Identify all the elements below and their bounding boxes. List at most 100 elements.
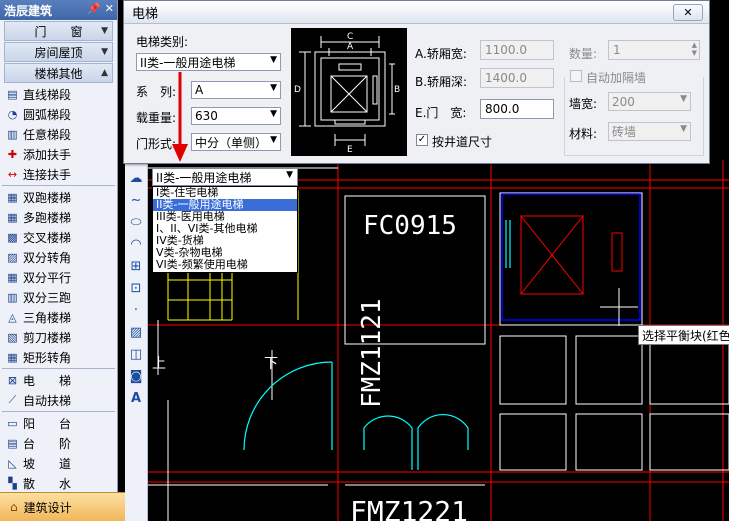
pin-icon[interactable]: 📌 bbox=[87, 2, 101, 15]
palette-item-double-split-parallel[interactable]: ▦ 双分平行 bbox=[0, 267, 117, 287]
indicator-arrow bbox=[172, 72, 188, 162]
material-label: 材料: bbox=[569, 127, 598, 141]
window-tag-fc0915: FC0915 bbox=[363, 211, 457, 241]
category-rooms-roofs[interactable]: 房间屋顶 ▼ bbox=[4, 42, 113, 62]
count-spinner[interactable]: 1 ▲ ▼ bbox=[608, 40, 700, 60]
load-capacity-select[interactable]: 630 ▼ bbox=[191, 107, 281, 125]
palette-item-free-stair[interactable]: ▥ 任意梯段 bbox=[0, 124, 117, 144]
free-stair-icon: ▥ bbox=[7, 127, 18, 141]
dropdown-arrow-icon: ▼ bbox=[680, 124, 687, 134]
close-icon[interactable]: ✕ bbox=[105, 2, 114, 15]
point-icon[interactable]: · bbox=[125, 299, 147, 321]
palette-title-bar: 浩辰建筑 📌 ✕ bbox=[0, 0, 117, 20]
palette-item-connect-handrail[interactable]: ↔ 连接扶手 bbox=[0, 164, 117, 184]
close-icon: ✕ bbox=[683, 6, 693, 19]
elevator-type-select[interactable]: II类-一般用途电梯 ▼ bbox=[136, 53, 281, 71]
double-split-three-run-icon: ▥ bbox=[7, 290, 18, 304]
insert-block-icon[interactable]: ⊞ bbox=[125, 255, 147, 277]
tool-palette: 浩辰建筑 📌 ✕ 门 窗 ▼ 房间屋顶 ▼ 楼梯其他 ▲ ▤ 直线梯段 ◔ 圆弧梯段 ▥ 任… bbox=[0, 0, 127, 521]
arc-stair-icon: ◔ bbox=[7, 107, 18, 121]
palette-item-elevator[interactable]: ⊠ 电 梯 bbox=[0, 370, 117, 390]
palette-item-escalator[interactable]: ⟋ 自动扶梯 bbox=[0, 390, 117, 410]
wall-width-select[interactable]: 200 ▼ bbox=[608, 92, 691, 111]
shaft-size-checkbox[interactable]: ✓ bbox=[416, 134, 428, 146]
dialog-title: 电梯 bbox=[132, 6, 159, 22]
balcony-icon: ▭ bbox=[7, 416, 18, 430]
dropdown-option[interactable]: VI类-频繁使用电梯 bbox=[153, 259, 297, 271]
elevator-type-dropdown-field[interactable]: II类-一般用途电梯 ▼ bbox=[152, 168, 298, 186]
make-block-icon[interactable]: ⊡ bbox=[125, 277, 147, 299]
stair-down-label: 下 bbox=[264, 356, 278, 372]
palette-item-apron[interactable]: ▚ 散 水 bbox=[0, 473, 117, 493]
wall-width-label: 墙宽: bbox=[569, 97, 598, 111]
ramp-icon: ◺ bbox=[8, 456, 17, 470]
car-depth-field[interactable]: 1400.0 bbox=[480, 68, 554, 88]
palette-item-balcony[interactable]: ▭ 阳 台 bbox=[0, 413, 117, 433]
preview-letter-b: B bbox=[394, 85, 400, 95]
car-width-label: A.轿厢宽: bbox=[415, 47, 467, 61]
elevator-dialog: 电梯 ✕ 电梯类别: II类-一般用途电梯 ▼ 系 列: A ▼ 载重量: 630 ▼… bbox=[123, 0, 710, 164]
connect-handrail-icon: ↔ bbox=[7, 167, 18, 181]
elevator-type-dropdown-list: I类-住宅电梯 II类-一般用途电梯 III类-医用电梯 I、II、VI类-其他… bbox=[152, 186, 298, 273]
dropdown-arrow-icon: ▼ bbox=[270, 83, 277, 93]
ellipse-icon[interactable]: ⬭ bbox=[125, 211, 147, 233]
ellipse-arc-icon[interactable]: ◠ bbox=[125, 233, 147, 255]
divider bbox=[2, 368, 115, 369]
apron-icon: ▚ bbox=[8, 476, 17, 490]
category-doors-windows[interactable]: 门 窗 ▼ bbox=[4, 21, 113, 41]
series-select[interactable]: A ▼ bbox=[191, 81, 281, 99]
chevron-down-icon: ▼ bbox=[101, 26, 108, 36]
divider bbox=[2, 185, 115, 186]
straight-stair-icon: ▤ bbox=[7, 87, 18, 101]
architecture-design-tab[interactable]: ⌂ 建筑设计 bbox=[0, 492, 127, 521]
spline-icon[interactable]: ∼ bbox=[125, 189, 147, 211]
palette-item-cross-stair[interactable]: ▩ 交叉楼梯 bbox=[0, 227, 117, 247]
double-split-parallel-icon: ▦ bbox=[7, 270, 18, 284]
palette-item-triangle-stair[interactable]: ◬ 三角楼梯 bbox=[0, 307, 117, 327]
elevator-type-label: 电梯类别: bbox=[136, 35, 189, 49]
stair-up-label: 上 bbox=[152, 356, 166, 372]
palette-title: 浩辰建筑 bbox=[4, 3, 53, 18]
count-label: 数量: bbox=[569, 47, 598, 61]
door-width-label: E.门 宽: bbox=[415, 106, 467, 120]
category-stairs-other[interactable]: 楼梯其他 ▲ bbox=[4, 63, 113, 83]
counterweight bbox=[611, 232, 623, 272]
palette-item-add-handrail[interactable]: ✚ 添加扶手 bbox=[0, 144, 117, 164]
palette-item-arc-stair[interactable]: ◔ 圆弧梯段 bbox=[0, 104, 117, 124]
shaft-size-label: 按井道尺寸 bbox=[432, 135, 493, 149]
preview-letter-e: E bbox=[347, 145, 353, 155]
text-icon[interactable]: A bbox=[125, 387, 147, 409]
chevron-up-icon: ▲ bbox=[101, 68, 108, 78]
stair-arrows bbox=[157, 320, 273, 400]
palette-item-straight-stair[interactable]: ▤ 直线梯段 bbox=[0, 84, 117, 104]
palette-item-steps[interactable]: ▤ 台 阶 bbox=[0, 433, 117, 453]
door-width-field[interactable]: 800.0 bbox=[480, 99, 554, 119]
palette-item-scissor-stair[interactable]: ▧ 剪刀楼梯 bbox=[0, 327, 117, 347]
door-type-select[interactable]: 中分（单侧） ▼ bbox=[191, 133, 281, 151]
material-select[interactable]: 砖墙 ▼ bbox=[608, 122, 691, 141]
elevator-car bbox=[520, 215, 623, 295]
spinner-arrows-icon: ▲ ▼ bbox=[691, 41, 697, 57]
dropdown-arrow-icon: ▼ bbox=[270, 55, 277, 65]
table-icon[interactable]: ◙ bbox=[125, 365, 147, 387]
dialog-title-bar: 电梯 ✕ bbox=[124, 1, 709, 24]
region-icon[interactable]: ◫ bbox=[125, 343, 147, 365]
wall-group-frame bbox=[564, 77, 704, 156]
palette-item-double-split-three-run[interactable]: ▥ 双分三跑 bbox=[0, 287, 117, 307]
car-width-field[interactable]: 1100.0 bbox=[480, 40, 554, 60]
close-button[interactable]: ✕ bbox=[673, 4, 703, 21]
palette-item-double-split-corner[interactable]: ▨ 双分转角 bbox=[0, 247, 117, 267]
preview-letter-a: A bbox=[347, 42, 354, 52]
palette-item-ramp[interactable]: ◺ 坡 道 bbox=[0, 453, 117, 473]
hatch-icon[interactable]: ▨ bbox=[125, 321, 147, 343]
double-split-corner-icon: ▨ bbox=[7, 250, 18, 264]
door-tag-fmz1121: FMZ1121 bbox=[357, 298, 387, 408]
chevron-down-icon: ▼ bbox=[101, 47, 108, 57]
palette-item-multi-run-stair[interactable]: ▦ 多跑楼梯 bbox=[0, 207, 117, 227]
palette-item-rect-corner-stair[interactable]: ▦ 矩形转角 bbox=[0, 347, 117, 367]
multi-run-stair-icon: ▦ bbox=[7, 210, 18, 224]
palette-item-double-run-stair[interactable]: ▦ 双跑楼梯 bbox=[0, 187, 117, 207]
rect-corner-stair-icon: ▦ bbox=[7, 350, 18, 364]
dropdown-arrow-icon: ▼ bbox=[270, 135, 277, 145]
cloud-icon[interactable]: ☁ bbox=[125, 167, 147, 189]
